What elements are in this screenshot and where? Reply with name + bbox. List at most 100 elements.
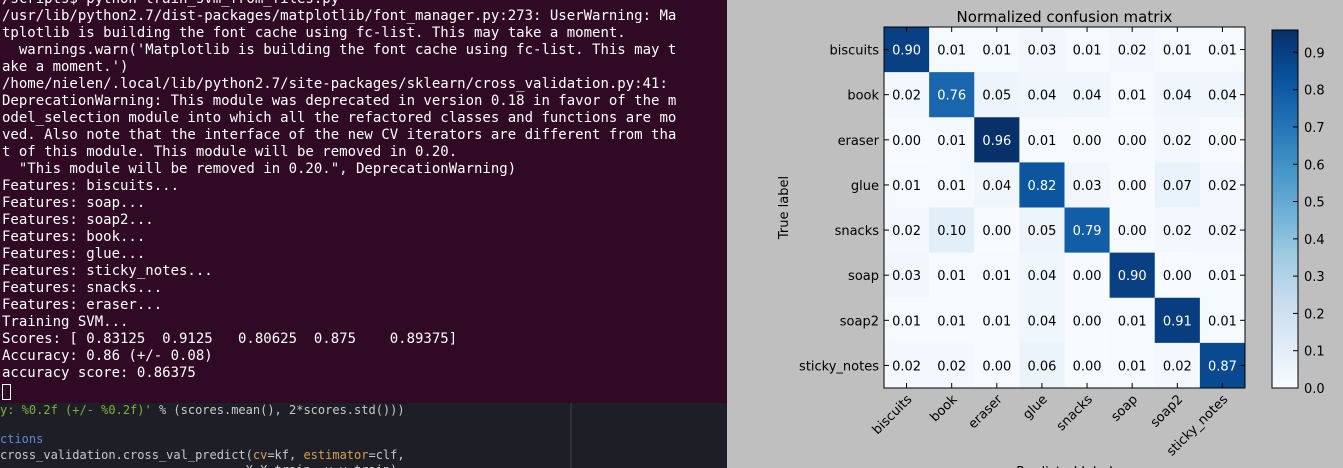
cell-value-label: 0.91: [1163, 314, 1192, 329]
cell-value-label: 0.00: [1073, 314, 1102, 329]
terminal-line: t of this module. This module will be re…: [2, 144, 458, 160]
cell-value-label: 0.00: [892, 134, 921, 149]
cell-value-label: 0.01: [937, 179, 966, 194]
cell-value-label: 0.04: [1027, 269, 1056, 284]
y-tick-label: eraser: [838, 134, 880, 149]
cell-value-label: 0.00: [1073, 269, 1102, 284]
colorbar-segment: [1272, 30, 1298, 34]
terminal-line: /scripts$ python train_svm_from_files.py: [2, 0, 676, 8]
cell-value-label: 0.02: [1163, 359, 1192, 374]
terminal-line: Features: eraser...: [2, 297, 163, 313]
x-tick-label: soap: [1109, 392, 1141, 424]
code-token: %: [151, 403, 174, 417]
editor-line: ctions: [0, 432, 43, 447]
cell-value-label: 0.05: [982, 89, 1011, 104]
colorbar-tick-label: 0.9: [1304, 46, 1325, 61]
cell-value-label: 0.00: [1208, 134, 1237, 149]
code-token: X=X_train, y=y_train): [0, 463, 398, 468]
cell-value-label: 0.02: [1163, 224, 1192, 239]
y-tick-label: soap: [848, 269, 879, 284]
terminal-line: /home/nielen/.local/lib/python2.7/site-p…: [2, 76, 668, 92]
terminal-line: Features: soap2...: [2, 212, 154, 228]
cell-value-label: 0.90: [892, 44, 921, 59]
cell-value-label: 0.01: [1118, 359, 1147, 374]
editor-line: cross_validation.cross_val_predict(cv=kf…: [0, 448, 405, 463]
terminal-line: tplotlib is building the font cache usin…: [2, 25, 626, 41]
x-tick-label: snacks: [1054, 392, 1096, 434]
terminal-cursor: [2, 384, 11, 400]
confusion-matrix-chart: Normalized confusion matrix 0.90 0.01 0.01 0…: [777, 8, 1325, 468]
cell-value-label: 0.03: [892, 269, 921, 284]
colorbar-tick-label: 0.8: [1304, 84, 1325, 99]
terminal-line: Features: glue...: [2, 246, 146, 262]
cell-value-label: 0.04: [1208, 89, 1237, 104]
matplotlib-figure-window: Normalized confusion matrix 0.90 0.01 0.01 0…: [727, 0, 1343, 468]
cell-value-label: 0.01: [1163, 44, 1192, 59]
y-tick-label: snacks: [835, 224, 880, 239]
cell-value-label: 0.01: [1208, 314, 1237, 329]
colorbar-tick-label: 0.2: [1304, 307, 1325, 322]
editor-line: X=X_train, y=y_train): [0, 463, 398, 468]
cell-value-label: 0.01: [1027, 134, 1056, 149]
terminal-line: ake a moment.'): [2, 59, 129, 75]
terminal-line: accuracy score: 0.86375: [2, 365, 196, 381]
cell-value-label: 0.76: [937, 89, 966, 104]
cell-value-label: 0.01: [982, 44, 1011, 59]
cell-value-label: 0.00: [1118, 179, 1147, 194]
cell-value-label: 0.04: [1027, 89, 1056, 104]
cell-value-label: 0.06: [1027, 359, 1056, 374]
cell-value-label: 0.01: [1073, 44, 1102, 59]
colorbar-tick-label: 0.6: [1304, 158, 1325, 173]
cell-value-label: 0.01: [1118, 89, 1147, 104]
cell-value-label: 0.87: [1208, 359, 1237, 374]
y-tick-label: sticky_notes: [799, 359, 879, 374]
cell-value-label: 0.07: [1163, 179, 1192, 194]
cell-value-label: 0.01: [1208, 269, 1237, 284]
cell-value-label: 0.04: [1073, 89, 1102, 104]
terminal-line: Features: sticky_notes...: [2, 263, 213, 279]
code-token: ctions: [0, 432, 44, 446]
cell-value-label: 0.04: [1027, 314, 1056, 329]
terminal-line: Features: snacks...: [2, 280, 163, 296]
cell-value-label: 0.05: [1027, 224, 1056, 239]
code-token: cross_validation.cross_val_predict(: [0, 448, 253, 462]
y-axis-label: True label: [777, 176, 792, 240]
cell-value-label: 0.01: [937, 44, 966, 59]
terminal-line: "This module will be removed in 0.20.", …: [2, 161, 517, 177]
y-tick-label: soap2: [840, 314, 879, 329]
cell-value-label: 0.01: [892, 179, 921, 194]
terminal-line: DeprecationWarning: This module was depr…: [2, 93, 677, 109]
cell-value-label: 0.04: [1163, 89, 1192, 104]
cell-value-label: 0.01: [937, 314, 966, 329]
cell-value-label: 0.00: [1073, 359, 1102, 374]
terminal-window[interactable]: /scripts$ python train_svm_from_files.py…: [0, 0, 727, 403]
code-token: (scores.mean(), 2*scores.std())): [173, 403, 405, 417]
chart-title: Normalized confusion matrix: [957, 8, 1173, 26]
cell-value-label: 0.96: [982, 134, 1011, 149]
colorbar-tick-label: 0.1: [1304, 345, 1325, 360]
cell-value-label: 0.02: [1208, 224, 1237, 239]
cell-value-label: 0.01: [982, 269, 1011, 284]
x-tick-label: biscuits: [870, 392, 916, 438]
terminal-line: Features: soap...: [2, 195, 146, 211]
y-tick-label: glue: [851, 179, 879, 194]
colorbar-tick-label: 0.0: [1304, 382, 1325, 397]
cell-value-label: 0.02: [937, 359, 966, 374]
code-editor-pane[interactable]: y: %0.2f (+/- %0.2f)' % (scores.mean(), …: [0, 403, 727, 468]
editor-line: y: %0.2f (+/- %0.2f)' % (scores.mean(), …: [0, 403, 405, 418]
terminal-line: Accuracy: 0.86 (+/- 0.08): [2, 348, 213, 364]
x-tick-label: book: [928, 392, 961, 425]
cell-value-label: 0.00: [982, 224, 1011, 239]
terminal-line: Features: biscuits...: [2, 178, 180, 194]
colorbar-tick-label: 0.7: [1304, 121, 1325, 136]
code-token: =kf,: [267, 448, 304, 462]
cell-value-label: 0.01: [1118, 314, 1147, 329]
cell-value-label: 0.02: [892, 224, 921, 239]
colorbar-tick-label: 0.5: [1304, 196, 1325, 211]
editor-split-divider[interactable]: [570, 403, 572, 468]
colorbar-tick-label: 0.3: [1304, 270, 1325, 285]
terminal-line: warnings.warn('Matplotlib is building th…: [2, 42, 677, 58]
cell-value-label: 0.02: [892, 359, 921, 374]
cell-value-label: 0.01: [937, 269, 966, 284]
code-token: y: %0.2f (+/- %0.2f)': [0, 403, 152, 417]
